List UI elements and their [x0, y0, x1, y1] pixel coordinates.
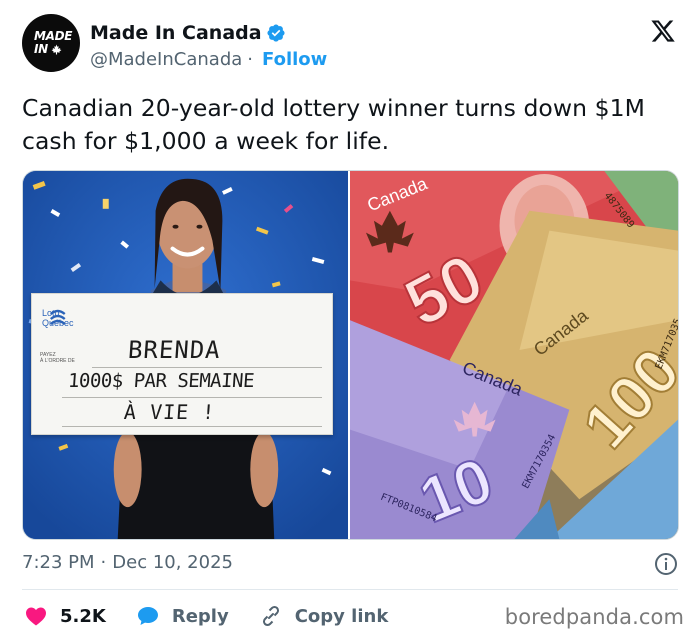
x-logo-icon[interactable] — [650, 18, 676, 44]
verified-badge-icon — [267, 24, 285, 42]
banknotes-illustration: Canada 50 Canada 100 4875089 EKM717035 C… — [350, 171, 678, 539]
avatar-text-in-label: IN — [34, 42, 48, 56]
name-row: Made In Canada — [90, 22, 286, 44]
handle[interactable]: @MadeInCanada — [90, 49, 242, 70]
tweet-media[interactable]: Loto Québec PAYEZ À L'ORDRE DE BRENDA 10… — [22, 170, 679, 540]
like-count: 5.2K — [60, 605, 106, 627]
cheque-duration: À VIE ! — [123, 400, 217, 424]
tweet-timestamp[interactable]: 7:23 PM · Dec 10, 2025 — [22, 552, 233, 573]
cheque-payee-label-2: À L'ORDRE DE — [40, 358, 75, 364]
cheque-amount: 1000$ PAR SEMAINE — [67, 370, 255, 392]
cheque-line — [92, 367, 322, 368]
cheque-name: BRENDA — [127, 336, 222, 364]
tweet-date: Dec 10, 2025 — [112, 552, 233, 573]
copy-link-label: Copy link — [294, 605, 389, 627]
tweet-header: MADE IN Made In Canada @MadeInCanada · F… — [22, 14, 682, 78]
handle-separator: · — [247, 49, 254, 70]
divider — [22, 589, 678, 590]
link-icon — [262, 605, 279, 627]
like-button[interactable]: 5.2K — [24, 604, 106, 628]
maple-leaf-icon — [51, 44, 62, 55]
info-icon[interactable] — [654, 552, 678, 576]
reply-button[interactable]: Reply — [136, 604, 229, 628]
follow-button[interactable]: Follow — [262, 49, 327, 70]
copy-link-button[interactable]: Copy link — [259, 604, 389, 628]
tweet-text: Canadian 20-year-old lottery winner turn… — [22, 94, 645, 155]
cheque-payee-label: PAYEZ À L'ORDRE DE — [40, 352, 75, 364]
heart-icon — [26, 607, 46, 626]
cheque-brand: Loto Québec — [42, 308, 74, 328]
media-image-lottery-winner[interactable]: Loto Québec PAYEZ À L'ORDRE DE BRENDA 10… — [23, 171, 348, 539]
handle-row: @MadeInCanada · Follow — [90, 49, 327, 70]
avatar-text-in: IN — [34, 43, 62, 56]
loto-quebec-logo-icon — [49, 309, 66, 325]
display-name[interactable]: Made In Canada — [90, 22, 262, 44]
media-image-canadian-banknotes[interactable]: Canada 50 Canada 100 4875089 EKM717035 C… — [350, 171, 678, 539]
avatar[interactable]: MADE IN — [22, 14, 80, 72]
giant-cheque: Loto Québec PAYEZ À L'ORDRE DE BRENDA 10… — [31, 293, 333, 435]
speech-bubble-icon — [137, 607, 158, 625]
watermark: boredpanda.com — [504, 605, 684, 629]
tweet-time-separator: · — [100, 552, 107, 573]
tweet-time: 7:23 PM — [22, 552, 95, 573]
cheque-line-3 — [62, 426, 322, 427]
cheque-line-2 — [62, 397, 322, 398]
reply-label: Reply — [171, 605, 229, 627]
tweet-actions: 5.2K Reply Copy link — [24, 602, 418, 630]
